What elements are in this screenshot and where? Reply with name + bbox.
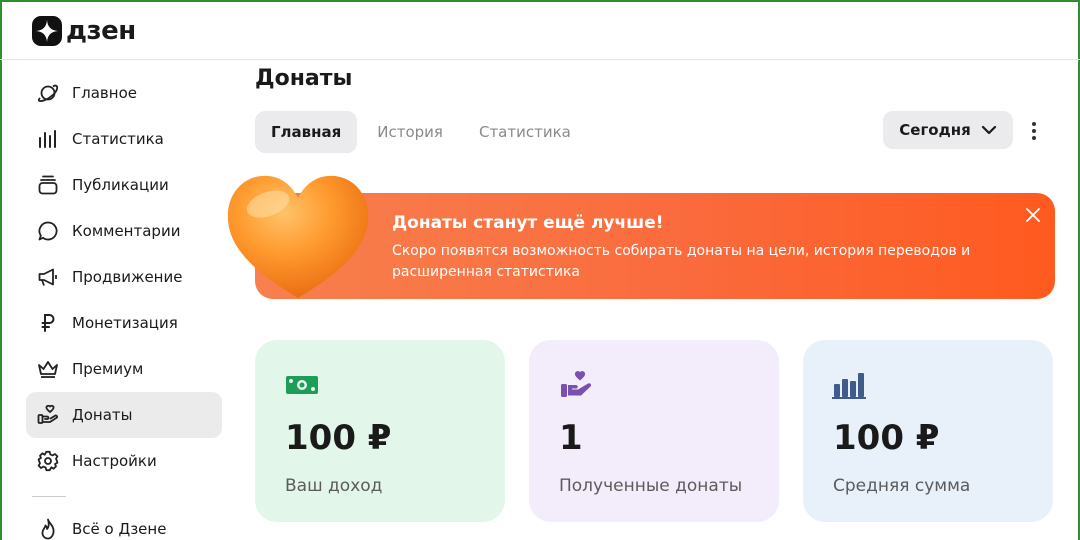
stat-label: Полученные донаты [559,476,743,496]
sidebar-item-donations[interactable]: Донаты [26,392,222,438]
donate-hand-icon [36,403,60,427]
sidebar-item-comments[interactable]: Комментарии [26,208,222,254]
stat-card-donations-count: 1 Полученные донаты [529,340,779,522]
more-dot [1032,122,1036,126]
tabs: Главная История Статистика [255,111,587,153]
page-title: Донаты [255,66,353,91]
megaphone-icon [36,265,60,289]
top-header: дзен [0,0,1080,60]
tab-history[interactable]: История [361,111,459,153]
period-select[interactable]: Сегодня [883,111,1013,149]
gear-icon [36,449,60,473]
banner-text: Скоро появятся возможность собирать дона… [392,243,971,280]
stats-cards: 100 ₽ Ваш доход 1 Полученные донаты 100 … [255,340,1053,522]
chevron-down-icon [981,125,996,135]
sidebar-item-settings[interactable]: Настройки [26,438,222,484]
sidebar-item-label: Комментарии [72,222,181,240]
sidebar-item-statistics[interactable]: Статистика [26,116,222,162]
sidebar-item-label: Продвижение [72,268,183,286]
donate-hand-icon [561,371,592,397]
sidebar-item-label: Монетизация [72,314,178,332]
stat-value: 1 [559,418,583,458]
sidebar-item-promotion[interactable]: Продвижение [26,254,222,300]
close-icon[interactable] [1025,207,1041,223]
bar-chart-icon [832,373,866,399]
dzen-logo[interactable]: дзен [32,16,136,46]
sidebar-item-about-dzen[interactable]: Всё о Дзене [26,511,222,540]
sidebar: Главное Статистика Публикации Комментари… [26,70,222,540]
more-dot [1032,136,1036,140]
sidebar-item-label: Донаты [72,406,133,424]
comment-icon [36,219,60,243]
sidebar-item-publications[interactable]: Публикации [26,162,222,208]
sidebar-item-label: Статистика [72,130,164,148]
planet-icon [36,81,60,105]
stat-value: 100 ₽ [285,418,392,458]
tab-statistics[interactable]: Статистика [463,111,587,153]
donations-promo-banner: Донаты станут ещё лучше! Скоро появятся … [255,193,1055,299]
sidebar-item-label: Премиум [72,360,144,378]
bar-chart-icon [36,127,60,151]
stat-card-average: 100 ₽ Средняя сумма [803,340,1053,522]
ruble-icon [36,311,60,335]
sidebar-item-label: Главное [72,84,137,102]
sidebar-divider [32,496,66,497]
sidebar-item-label: Публикации [72,176,169,194]
tab-main[interactable]: Главная [255,111,358,153]
sidebar-item-label: Настройки [72,452,157,470]
sidebar-item-monetization[interactable]: Монетизация [26,300,222,346]
more-dot [1032,129,1036,133]
heart-illustration [227,175,369,298]
stat-label: Средняя сумма [833,476,971,496]
banner-title: Донаты станут ещё лучше! [392,213,664,233]
period-select-value: Сегодня [899,121,971,139]
flame-icon [36,517,60,540]
main-content: Донаты Главная История Статистика Сегодн… [255,66,1055,153]
dzen-logo-icon [32,16,62,46]
stat-label: Ваш доход [285,476,383,496]
logo-text: дзен [66,16,136,46]
publications-icon [36,173,60,197]
crown-icon [36,357,60,381]
sidebar-item-label: Всё о Дзене [72,520,167,538]
stat-card-income: 100 ₽ Ваш доход [255,340,505,522]
stat-value: 100 ₽ [833,418,940,458]
more-options-button[interactable] [1023,118,1045,144]
sidebar-item-premium[interactable]: Премиум [26,346,222,392]
money-icon [286,376,318,394]
sidebar-item-main[interactable]: Главное [26,70,222,116]
